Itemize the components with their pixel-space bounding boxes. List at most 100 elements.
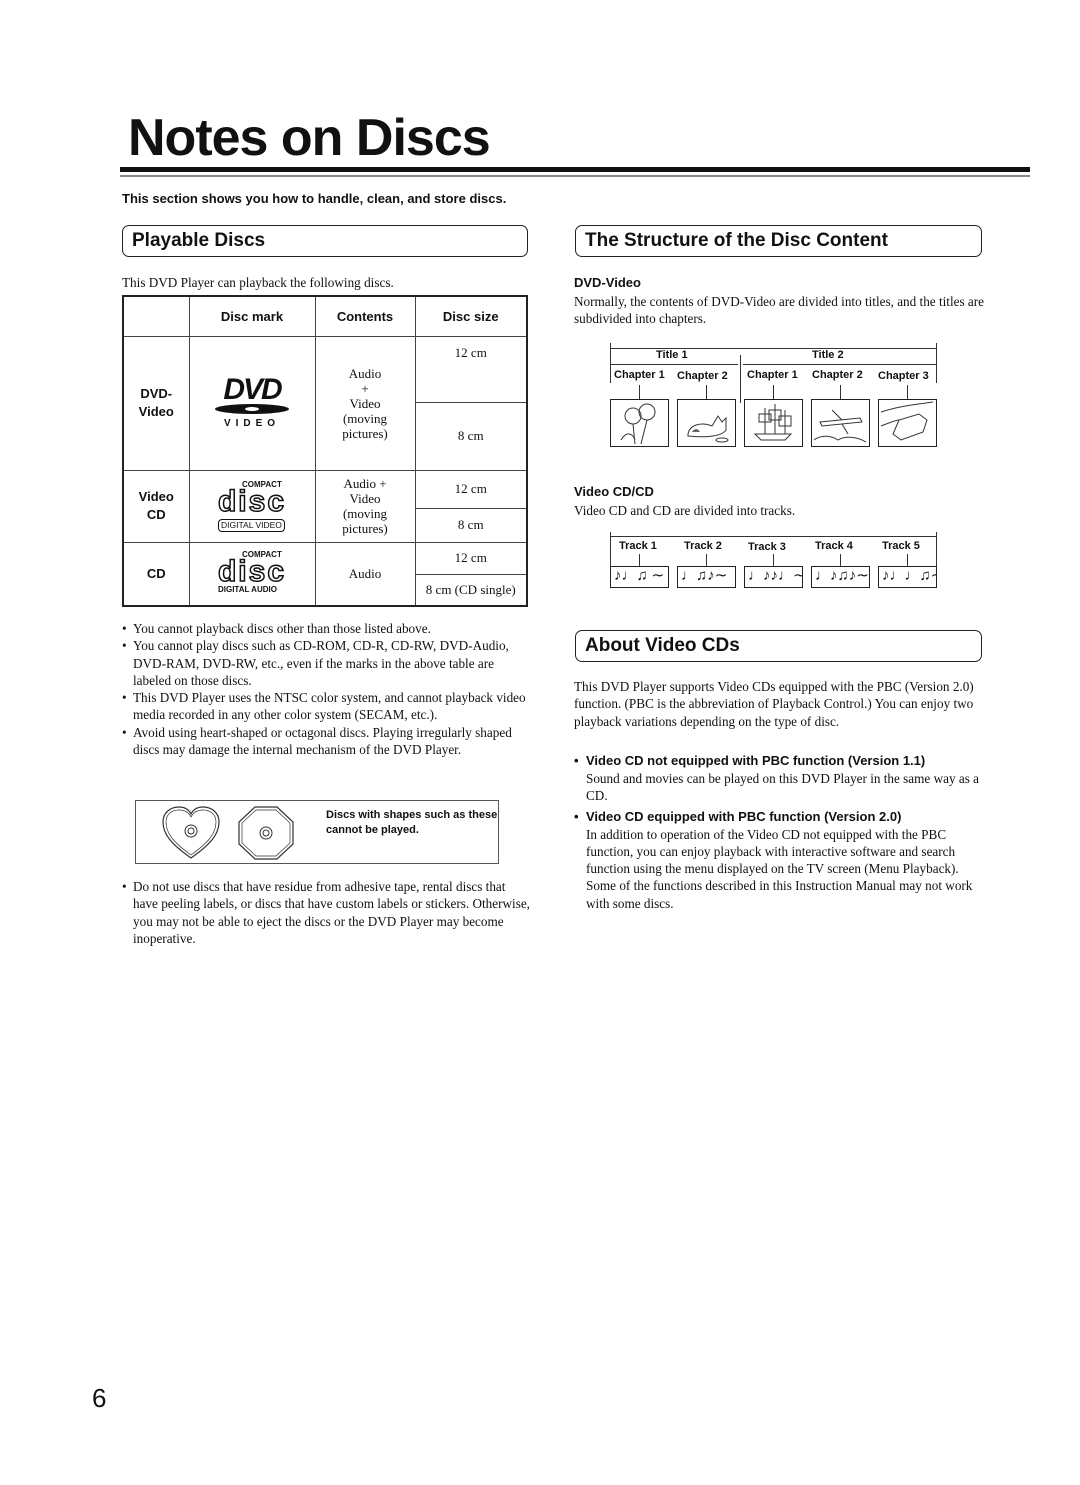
structure-heading: The Structure of the Disc Content [575,225,982,257]
bullet: • [574,808,579,824]
header-disc-mark: Disc mark [188,295,316,337]
chapter-connector [907,385,908,399]
page-number: 6 [92,1383,107,1413]
track-connector [773,554,774,566]
pbc-item-title: • Video CD equipped with PBC function (V… [574,809,984,824]
boundary-line [610,532,611,570]
disc-type-line: Video [138,404,174,419]
sunflowers-image [610,399,669,447]
track-label: Track 5 [882,540,920,552]
track-label: Track 4 [815,540,853,552]
dvd-video-subheading: DVD-Video [574,275,641,290]
section-intro: This section shows you how to handle, cl… [122,191,507,206]
disc-contents: Audio + Video (moving pictures) [314,335,416,471]
title-span-arrow [610,364,738,365]
label-notes-list: Do not use discs that have residue from … [122,878,532,947]
music-notes-icon: ♩♪♫♪∼ [811,566,870,588]
compact-disc-digital-video-logo-icon: COMPACT disc DIGITAL VIDEO [188,469,316,543]
contents-line: Video [349,491,381,506]
music-notes-icon: ♪♩♩♫∼ [878,566,937,588]
dvd-video-logo-icon: DVD VIDEO [188,335,316,471]
boundary-line [936,532,937,570]
chapter-label: Chapter 3 [878,370,929,382]
track-connector [639,554,640,566]
track-connector [840,554,841,566]
list-item: You cannot playback discs other than tho… [122,620,532,638]
boundary-line [936,343,937,383]
music-notes-icon: ♪♩♫ ∼ [610,566,669,588]
list-item: Avoid using heart-shaped or octagonal di… [122,724,532,759]
playable-discs-heading: Playable Discs [122,225,528,257]
disc-contents: Audio + Video (moving pictures) [314,469,416,543]
boundary-line [610,343,611,383]
disc-type-line: CD [146,507,166,522]
irregular-discs-note: Discs with shapes such as these cannot b… [326,809,498,836]
chapter-label: Chapter 1 [614,369,665,381]
dvd-video-description: Normally, the contents of DVD-Video are … [574,294,984,327]
sailing-ship-image [744,399,803,447]
airplane-image [811,399,870,447]
contents-line: Audio + [343,476,387,491]
chapter-connector [840,385,841,399]
vcd-subheading: Video CD/CD [574,484,654,499]
disc-size: 12 cm [414,335,528,403]
table-row: CD COMPACT disc DIGITAL AUDIO Audio 12 c… [122,541,528,607]
about-vcd-heading-text: About Video CDs [585,635,740,656]
header-type [122,295,190,337]
disc-type-line: Video [138,489,174,504]
chapter-connector [639,385,640,399]
title-rule-thin [120,175,1030,177]
pbc-item-text: In addition to operation of the Video CD… [586,826,973,911]
pbc-item-text: Sound and movies can be played on this D… [586,771,979,804]
disc-type: Video CD [122,469,190,543]
contents-line: (moving [342,506,388,521]
title-label: Title 2 [812,349,844,361]
disc-type: CD [122,541,190,607]
pbc-item-title-text: Video CD not equipped with PBC function … [586,753,926,768]
about-vcd-heading: About Video CDs [575,630,982,662]
pbc-variations: • Video CD not equipped with PBC functio… [574,753,984,912]
disc-size: 8 cm [414,507,528,543]
contents-line: (moving [342,410,388,426]
car-image [878,399,937,447]
structure-heading-text: The Structure of the Disc Content [585,230,888,251]
disc-span-arrow [610,536,936,537]
header-disc-size: Disc size [414,295,528,337]
bullet: • [574,753,579,768]
disc-contents: Audio [314,541,416,607]
dvd-logo-text: DVD [223,372,282,406]
track-label: Track 3 [748,541,786,553]
heart-shaped-disc-icon [162,806,220,859]
disc-table: Disc mark Contents Disc size DVD- Video … [122,295,528,607]
list-item: This DVD Player uses the NTSC color syst… [122,689,532,724]
compact-disc-digital-audio-logo-icon: COMPACT disc DIGITAL AUDIO [188,541,316,607]
cat-image [677,399,736,447]
playable-discs-heading-text: Playable Discs [132,230,266,251]
pbc-item-title-text: Video CD equipped with PBC function (Ver… [586,808,902,824]
pbc-item-title: • Video CD not equipped with PBC functio… [574,753,984,768]
cd-logo-sub: DIGITAL VIDEO [217,518,285,532]
disc-size: 8 cm [414,401,528,471]
dvd-logo-sub: VIDEO [223,417,281,429]
playable-notes-list: You cannot playback discs other than tho… [122,620,532,758]
chapter-label: Chapter 2 [812,369,863,381]
dvd-disc-shape [215,403,289,414]
disc-size: 8 cm (CD single) [414,573,528,607]
chapter-connector [773,385,774,399]
dvd-structure-diagram: Title 1 Title 2 Chapter 1 Chapter 2 Chap… [600,340,945,455]
contents-line: + [361,380,369,396]
table-row: DVD- Video DVD VIDEO Audio + Video (movi… [122,335,528,471]
page-title: Notes on Discs [128,109,491,167]
chapter-label: Chapter 1 [747,369,798,381]
track-label: Track 1 [619,540,657,552]
disc-size: 12 cm [414,541,528,575]
irregular-discs-figure: Discs with shapes such as these cannot b… [135,800,499,864]
vcd-description: Video CD and CD are divided into tracks. [574,503,796,518]
about-vcd-intro: This DVD Player supports Video CDs equip… [574,679,974,729]
cd-logo-sub: DIGITAL AUDIO [217,585,277,595]
vcd-track-diagram: Track 1 Track 2 Track 3 Track 4 Track 5 … [600,530,945,595]
playable-intro: This DVD Player can playback the followi… [122,275,394,290]
disc-size: 12 cm [414,469,528,509]
music-notes-icon: ♩♫♪∼ [677,566,736,588]
title-divider [740,355,741,403]
